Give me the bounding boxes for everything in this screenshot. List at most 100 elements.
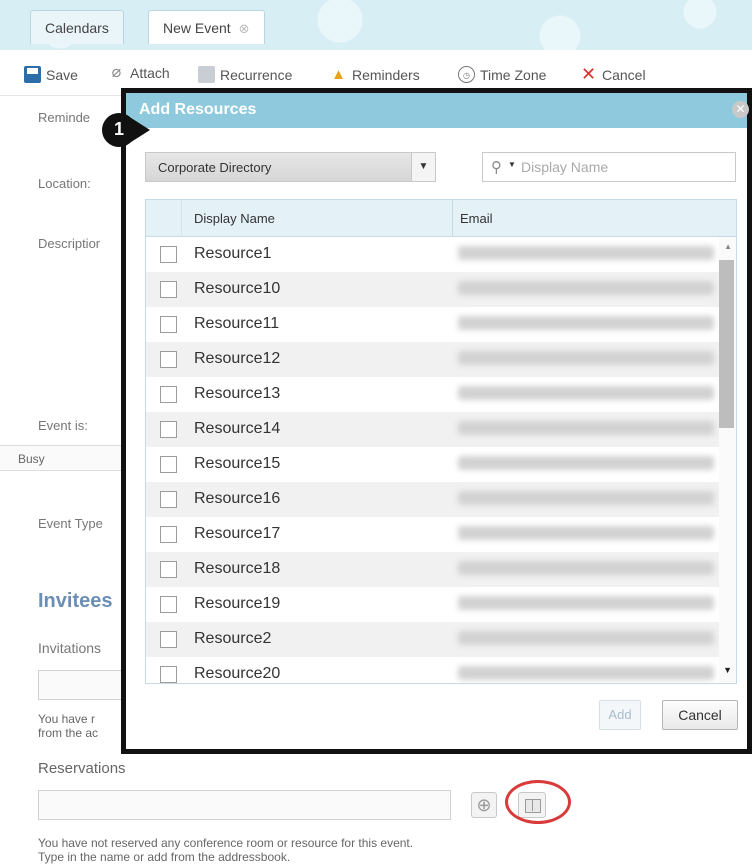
tab-bar: Calendars New Event ⊗ — [0, 0, 752, 50]
search-box[interactable]: ⚲ ▼ — [482, 152, 736, 182]
save-label: Save — [46, 66, 78, 83]
tab-calendars-label: Calendars — [45, 20, 109, 36]
scroll-up-arrow-icon[interactable]: ▲ — [724, 242, 732, 251]
cancel-button[interactable]: Cancel — [662, 700, 738, 730]
row-checkbox[interactable] — [160, 281, 177, 298]
directory-select[interactable]: Corporate Directory ▼ — [145, 152, 436, 182]
row-display-name: Resource10 — [194, 280, 281, 297]
bell-icon: ▲ — [331, 66, 346, 83]
row-checkbox[interactable] — [160, 596, 177, 613]
reminders-label: Reminders — [352, 66, 420, 83]
invitees-note: You have r from the ac — [38, 712, 98, 740]
invitations-input[interactable] — [38, 670, 128, 700]
paperclip-icon: ⌀ — [111, 64, 122, 81]
table-row[interactable]: Resource15 — [146, 447, 720, 482]
scroll-down-arrow-icon[interactable]: ▼ — [723, 665, 732, 675]
invitees-heading: Invitees — [38, 590, 113, 612]
row-email-blurred — [458, 491, 714, 505]
search-input[interactable] — [521, 157, 721, 177]
table-row[interactable]: Resource17 — [146, 517, 720, 552]
row-email-blurred — [458, 666, 714, 680]
reservations-label: Reservations — [38, 760, 126, 777]
save-icon — [24, 66, 41, 83]
row-email-blurred — [458, 561, 714, 575]
row-email-blurred — [458, 316, 714, 330]
row-display-name: Resource17 — [194, 525, 281, 542]
column-divider — [452, 200, 453, 237]
scrollbar-thumb[interactable] — [719, 260, 734, 428]
close-icon[interactable]: ✕ — [732, 101, 749, 118]
table-row[interactable]: Resource16 — [146, 482, 720, 517]
recurrence-label: Recurrence — [220, 66, 293, 83]
invitees-note-line2: from the ac — [38, 726, 99, 740]
tab-close-icon[interactable]: ⊗ — [239, 21, 250, 36]
row-checkbox[interactable] — [160, 456, 177, 473]
row-email-blurred — [458, 386, 714, 400]
cancel-event-button[interactable]: ✕ Cancel — [580, 64, 646, 84]
recurrence-icon — [198, 66, 215, 83]
callout-arrow — [128, 116, 150, 144]
row-email-blurred — [458, 246, 714, 260]
add-resources-dialog: Add Resources ✕ Corporate Directory ▼ ⚲ … — [121, 88, 752, 754]
row-display-name: Resource14 — [194, 420, 281, 437]
dialog-header: Add Resources ✕ — [126, 93, 749, 128]
reminders-button[interactable]: ▲ Reminders — [330, 66, 420, 83]
save-button[interactable]: Save — [24, 66, 78, 83]
invitations-label: Invitations — [38, 640, 102, 656]
highlight-circle — [505, 780, 571, 824]
add-button[interactable]: Add — [599, 700, 641, 730]
row-checkbox[interactable] — [160, 561, 177, 578]
table-row[interactable]: Resource19 — [146, 587, 720, 622]
search-icon[interactable]: ⚲ — [491, 158, 502, 176]
row-checkbox[interactable] — [160, 351, 177, 368]
column-header-email[interactable]: Email — [460, 211, 493, 226]
table-row[interactable]: Resource1 — [146, 237, 720, 272]
row-email-blurred — [458, 596, 714, 610]
attach-button[interactable]: ⌀ Attach — [108, 64, 170, 81]
row-email-blurred — [458, 421, 714, 435]
column-header-display-name[interactable]: Display Name — [194, 211, 275, 226]
row-email-blurred — [458, 526, 714, 540]
select-column-header — [146, 200, 182, 237]
row-checkbox[interactable] — [160, 526, 177, 543]
row-checkbox[interactable] — [160, 491, 177, 508]
event-is-label: Event is: — [38, 418, 88, 433]
chevron-down-icon[interactable]: ▼ — [411, 153, 435, 181]
table-row[interactable]: Resource11 — [146, 307, 720, 342]
row-checkbox[interactable] — [160, 386, 177, 403]
row-display-name: Resource11 — [194, 315, 280, 332]
row-display-name: Resource13 — [194, 385, 281, 402]
tab-calendars[interactable]: Calendars — [30, 10, 124, 44]
table-row[interactable]: Resource12 — [146, 342, 720, 377]
plus-icon: ⊕ — [476, 795, 492, 815]
row-email-blurred — [458, 456, 714, 470]
clock-icon: ◷ — [458, 66, 475, 83]
table-row[interactable]: Resource2 — [146, 622, 720, 657]
table-row[interactable]: Resource20 — [146, 657, 720, 683]
row-display-name: Resource1 — [194, 245, 272, 262]
time-zone-label: Time Zone — [480, 66, 547, 83]
table-row[interactable]: Resource13 — [146, 377, 720, 412]
reservation-note-line1: You have not reserved any conference roo… — [38, 836, 414, 850]
x-icon: ✕ — [580, 64, 597, 84]
recurrence-button[interactable]: Recurrence — [198, 66, 292, 83]
row-checkbox[interactable] — [160, 316, 177, 333]
reservations-input[interactable] — [38, 790, 451, 820]
row-checkbox[interactable] — [160, 246, 177, 263]
reservation-note-line2: Type in the name or add from the address… — [38, 850, 291, 864]
table-row[interactable]: Resource10 — [146, 272, 720, 307]
tab-new-event-label: New Event — [163, 20, 231, 36]
row-checkbox[interactable] — [160, 631, 177, 648]
row-checkbox[interactable] — [160, 421, 177, 438]
add-reservation-button[interactable]: ⊕ — [471, 792, 497, 818]
tab-new-event[interactable]: New Event ⊗ — [148, 10, 265, 44]
time-zone-button[interactable]: ◷ Time Zone — [458, 66, 546, 83]
attach-label: Attach — [130, 64, 170, 81]
row-display-name: Resource19 — [194, 595, 281, 612]
row-display-name: Resource18 — [194, 560, 281, 577]
row-checkbox[interactable] — [160, 666, 177, 683]
table-row[interactable]: Resource18 — [146, 552, 720, 587]
row-display-name: Resource15 — [194, 455, 281, 472]
table-row[interactable]: Resource14 — [146, 412, 720, 447]
search-options-caret-icon[interactable]: ▼ — [508, 160, 516, 169]
